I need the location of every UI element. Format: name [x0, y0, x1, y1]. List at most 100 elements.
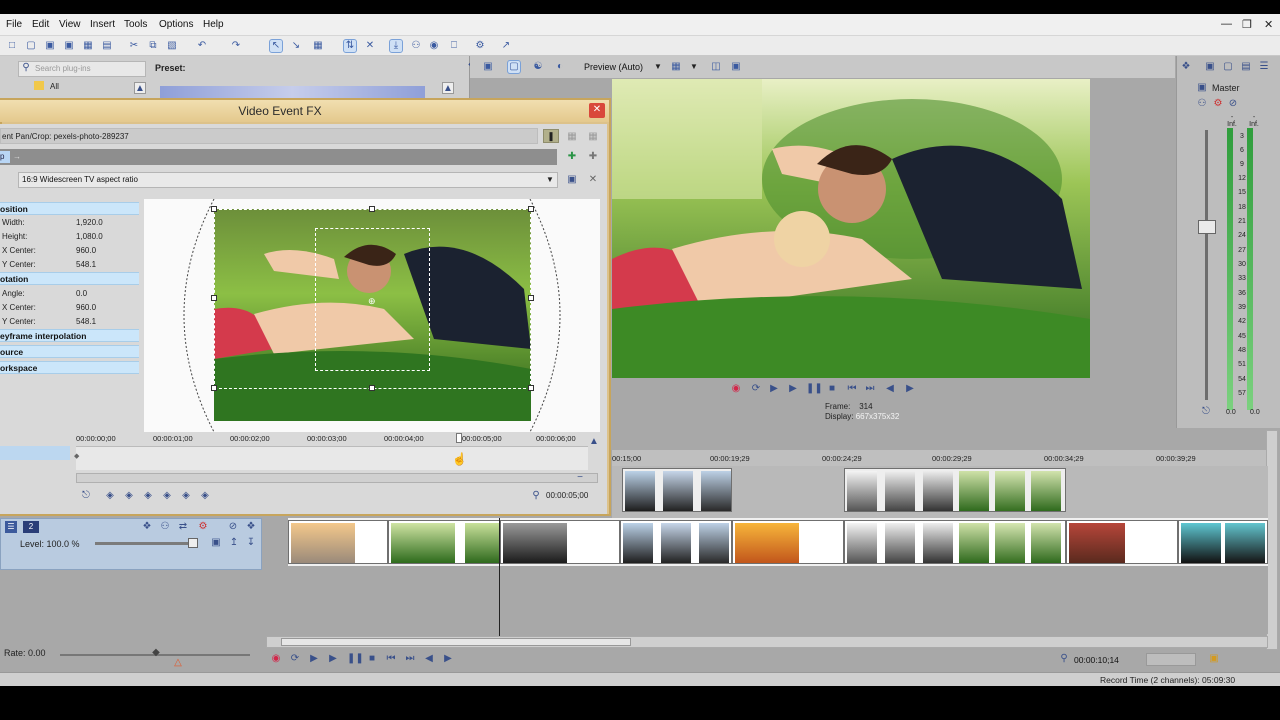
add-plugin-icon[interactable]: ✚: [566, 151, 578, 163]
properties-icon[interactable]: ▤: [101, 40, 113, 52]
master-menu-icon[interactable]: ☰: [1258, 61, 1270, 73]
menu-tools[interactable]: Tools: [124, 19, 147, 30]
pan-crop-tab[interactable]: p: [0, 151, 10, 163]
rate-slider-handle[interactable]: ◆: [150, 647, 162, 659]
menu-help[interactable]: Help: [203, 19, 224, 30]
width-property[interactable]: Width: 1,920.0: [0, 216, 139, 229]
open-icon[interactable]: ▢: [25, 40, 37, 52]
rotation-section-header[interactable]: otation: [0, 272, 139, 285]
rotation-y-center-property[interactable]: Y Center: 548.1: [0, 315, 139, 328]
x-center-property[interactable]: X Center: 960.0: [0, 244, 139, 257]
crop-handle[interactable]: [528, 206, 534, 212]
plugin-chain-grid-icon[interactable]: ▦: [566, 131, 578, 143]
render-icon[interactable]: ▦: [82, 40, 94, 52]
next-frame-icon[interactable]: ▶: [904, 383, 916, 395]
downmix-icon[interactable]: ▢: [1222, 61, 1234, 73]
crop-handle[interactable]: [528, 295, 534, 301]
video-clip[interactable]: [844, 468, 1066, 512]
previous-keyframe-icon[interactable]: ◈: [123, 490, 135, 502]
plugin-search-input[interactable]: Search plug-ins: [18, 61, 146, 77]
previous-frame-icon-main[interactable]: ◀: [423, 653, 435, 665]
timeline-horizontal-scrollbar[interactable]: [266, 636, 1268, 648]
selection-length-field[interactable]: [1146, 653, 1196, 666]
height-property[interactable]: Height: 1,080.0: [0, 230, 139, 243]
marker-icon[interactable]: ▣: [1208, 653, 1220, 665]
make-compositing-parent-icon[interactable]: ↥: [228, 537, 240, 549]
loop-playback-icon[interactable]: ⟳: [289, 653, 301, 665]
loop-icon[interactable]: ⟳: [750, 383, 762, 395]
track-composite-icon[interactable]: ▣: [210, 537, 222, 549]
master-fx-icon[interactable]: ⚇: [1196, 98, 1208, 110]
keyframe-track-label[interactable]: [0, 446, 70, 460]
last-keyframe-icon[interactable]: ◈: [161, 490, 173, 502]
keyframe-scrollbar[interactable]: [76, 473, 598, 483]
snapping-icon[interactable]: ⇅: [343, 39, 357, 53]
zoom-out-icon[interactable]: −: [574, 472, 586, 484]
plugin-chain-toggle-icon[interactable]: ❚: [543, 129, 559, 143]
dim-output-icon[interactable]: ▤: [1240, 61, 1252, 73]
keyframe-diamond-icon[interactable]: ◆: [74, 452, 79, 460]
keyframe-track[interactable]: [76, 446, 588, 470]
master-gear-icon[interactable]: ⚙: [1212, 98, 1224, 110]
copy-snapshot-icon[interactable]: ◫: [710, 61, 722, 73]
width-value[interactable]: 1,920.0: [76, 216, 103, 229]
cut-icon[interactable]: ✂: [128, 40, 140, 52]
menu-view[interactable]: View: [59, 19, 81, 30]
overlays-dropdown-icon[interactable]: ▼: [690, 62, 698, 71]
video-clip[interactable]: [620, 520, 732, 564]
save-preset-icon[interactable]: ▣: [566, 174, 578, 186]
track-motion-icon[interactable]: ❖: [141, 521, 153, 533]
help-pointer-icon[interactable]: ↗: [500, 40, 512, 52]
angle-value[interactable]: 0.0: [76, 287, 87, 300]
track-gear-icon[interactable]: ⚙: [197, 521, 209, 533]
keyframe-ruler[interactable]: 00:00:00;00 00:00:01;00 00:00:02;00 00:0…: [76, 434, 588, 446]
video-clip[interactable]: [388, 520, 500, 564]
next-frame-icon-main[interactable]: ▶: [442, 653, 454, 665]
video-clip[interactable]: [500, 520, 620, 564]
solo-icon[interactable]: ❖: [245, 521, 257, 533]
redo-icon[interactable]: ↷: [230, 40, 242, 52]
remove-plugin-icon[interactable]: ✚: [587, 151, 599, 163]
compositing-mode-icon[interactable]: ⇄: [177, 521, 189, 533]
menu-file[interactable]: File: [6, 19, 22, 30]
video-clip[interactable]: [288, 520, 388, 564]
track-level-slider[interactable]: [95, 542, 195, 545]
paste-icon[interactable]: ▧: [166, 40, 178, 52]
rotation-x-center-value[interactable]: 960.0: [76, 301, 96, 314]
normal-edit-tool-icon[interactable]: ↖: [269, 39, 283, 53]
add-keyframe-icon[interactable]: ◈: [180, 490, 192, 502]
tab-link-icon[interactable]: →: [13, 152, 21, 161]
video-track-1[interactable]: [612, 466, 1268, 518]
keyframe-cursor-time[interactable]: 00:00:05;00: [546, 491, 588, 500]
first-keyframe-icon[interactable]: ◈: [104, 490, 116, 502]
undo-icon[interactable]: ↶: [196, 40, 208, 52]
angle-property[interactable]: Angle: 0.0: [0, 287, 139, 300]
master-mute-icon[interactable]: ⊘: [1227, 98, 1239, 110]
chevron-down-icon[interactable]: ▼: [654, 62, 662, 71]
fx-icon[interactable]: ☯: [532, 61, 544, 73]
record-icon[interactable]: ◉: [730, 383, 742, 395]
close-icon[interactable]: ✕: [589, 103, 605, 118]
lock-envelopes-icon[interactable]: ⚇: [410, 40, 422, 52]
restore-icon[interactable]: ❐: [1242, 18, 1252, 31]
rotation-x-center-property[interactable]: X Center: 960.0: [0, 301, 139, 314]
track-menu-icon[interactable]: ☰: [5, 521, 17, 533]
auto-ripple-icon[interactable]: ⤓: [389, 39, 403, 53]
go-to-end-icon[interactable]: ⏭: [864, 383, 876, 395]
preset-select[interactable]: 16:9 Widescreen TV aspect ratio: [18, 172, 558, 188]
go-to-start-icon-main[interactable]: ⏮: [385, 653, 397, 665]
preview-quality-select[interactable]: Preview (Auto): [584, 62, 643, 72]
auto-crossfade-icon[interactable]: ✕: [364, 40, 376, 52]
keyframe-interpolation-header[interactable]: eyframe interpolation: [0, 329, 139, 342]
timeline-ruler[interactable]: 00:15;00 00:00:19;29 00:00:24;29 00:00:2…: [612, 450, 1268, 466]
menu-options[interactable]: Options: [159, 19, 193, 30]
menu-edit[interactable]: Edit: [32, 19, 49, 30]
selection-tool-icon[interactable]: ▦: [312, 40, 324, 52]
play-from-start-icon[interactable]: ▶: [768, 383, 780, 395]
next-keyframe-icon[interactable]: ◈: [142, 490, 154, 502]
sync-cursor-icon[interactable]: ⎋: [80, 490, 92, 502]
new-project-icon[interactable]: □: [6, 40, 18, 52]
stop-icon-main[interactable]: ■: [366, 653, 378, 665]
make-compositing-child-icon[interactable]: ↧: [245, 537, 257, 549]
external-monitor-icon[interactable]: ▢: [507, 60, 521, 74]
